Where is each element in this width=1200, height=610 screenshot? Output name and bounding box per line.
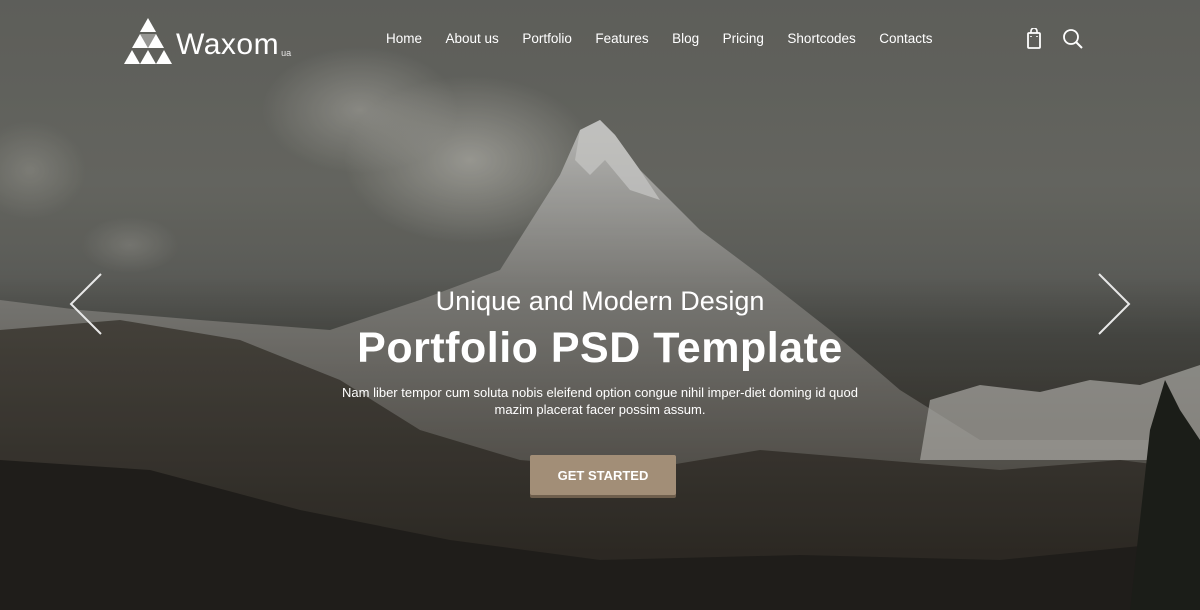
top-navigation-bar: Waxom ua Home About us Portfolio Feature… <box>0 0 1200 80</box>
nav-item-blog[interactable]: Blog <box>672 31 699 46</box>
nav-item-pricing[interactable]: Pricing <box>723 31 764 46</box>
hero-slider: Waxom ua Home About us Portfolio Feature… <box>0 0 1200 610</box>
nav-item-features[interactable]: Features <box>595 31 648 46</box>
shopping-bag-icon[interactable] <box>1024 27 1046 50</box>
get-started-button[interactable]: GET STARTED <box>530 455 676 495</box>
hero-subtitle: Unique and Modern Design <box>435 286 765 316</box>
nav-icon-group <box>1024 27 1084 50</box>
hero-content: Unique and Modern Design Portfolio PSD T… <box>0 284 1200 418</box>
brand-suffix: ua <box>281 48 292 58</box>
nav-item-contacts[interactable]: Contacts <box>879 31 932 46</box>
search-icon[interactable] <box>1062 28 1084 50</box>
nav-item-shortcodes[interactable]: Shortcodes <box>787 31 855 46</box>
main-menu: Home About us Portfolio Features Blog Pr… <box>386 31 956 46</box>
triangle-mosaic-logo-icon <box>124 18 172 64</box>
brand-name: Waxom <box>176 28 280 61</box>
hero-description: Nam liber tempor cum soluta nobis eleife… <box>342 385 858 417</box>
hero-title: Portfolio PSD Template <box>357 324 843 372</box>
brand-logo[interactable]: Waxom ua <box>122 16 291 64</box>
nav-item-portfolio[interactable]: Portfolio <box>522 31 572 46</box>
nav-item-home[interactable]: Home <box>386 31 422 46</box>
nav-item-about-us[interactable]: About us <box>446 31 499 46</box>
